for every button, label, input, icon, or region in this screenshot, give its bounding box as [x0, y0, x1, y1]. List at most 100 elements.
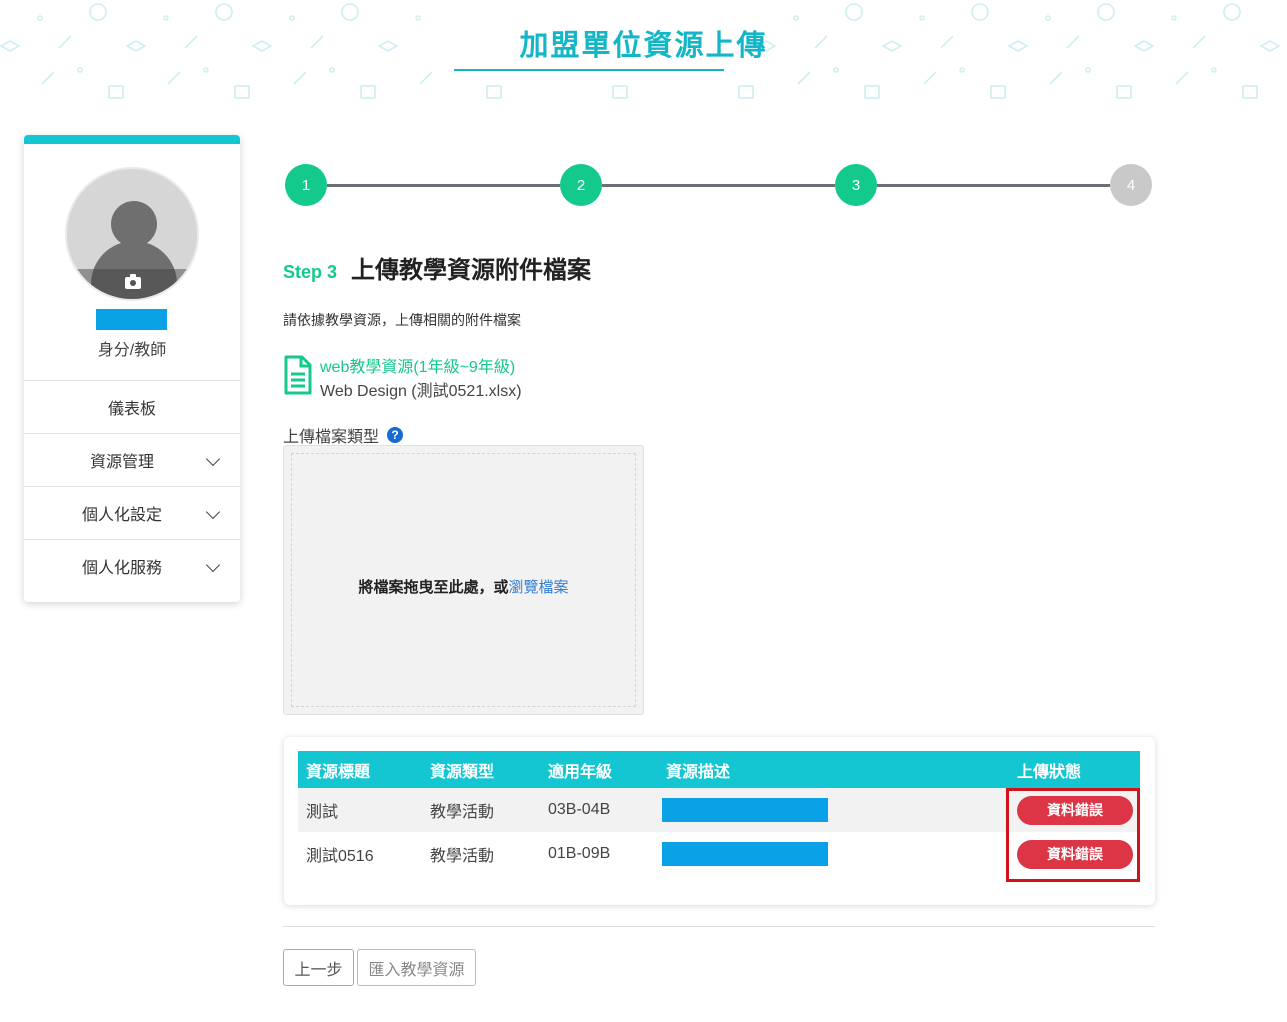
- step-connector: [327, 184, 560, 187]
- dot-doodle: [37, 15, 43, 21]
- cell-type: 教學活動: [422, 832, 540, 876]
- user-name-redacted: [96, 309, 167, 330]
- pencil-doodle: [167, 71, 181, 85]
- step-indicator-4: 4: [1110, 164, 1152, 206]
- cell-description: [658, 832, 1009, 876]
- title-underline: [454, 69, 724, 71]
- book-doodle: [612, 85, 628, 99]
- dot-doodle: [77, 67, 83, 73]
- pencil-doodle: [1049, 71, 1063, 85]
- cell-description: [658, 788, 1009, 832]
- dot-doodle: [919, 15, 925, 21]
- browse-files-link[interactable]: 瀏覽檔案: [509, 579, 569, 596]
- step-indicator-1: 1: [285, 164, 327, 206]
- description-redacted: [662, 798, 828, 822]
- import-resources-button[interactable]: 匯入教學資源: [357, 949, 476, 986]
- divider: [283, 926, 1155, 927]
- file-dropzone[interactable]: 將檔案拖曳至此處，或瀏覽檔案: [283, 445, 644, 715]
- sidebar-menu: 儀表板 資源管理 個人化設定 個人化服務: [24, 380, 240, 592]
- book-doodle: [360, 85, 376, 99]
- book-doodle: [1116, 85, 1132, 99]
- bulb-doodle: [1097, 3, 1115, 21]
- sidebar-item-dashboard[interactable]: 儀表板: [24, 380, 240, 433]
- bulb-doodle: [1223, 3, 1241, 21]
- dot-doodle: [793, 15, 799, 21]
- sidebar-item-personal-services[interactable]: 個人化服務: [24, 539, 240, 592]
- sidebar: 身分/教師 儀表板 資源管理 個人化設定 個人化服務: [24, 135, 240, 602]
- book-doodle: [108, 85, 124, 99]
- dot-doodle: [289, 15, 295, 21]
- pencil-doodle: [41, 71, 55, 85]
- sidebar-item-label: 個人化服務: [81, 560, 162, 577]
- book-doodle: [990, 85, 1006, 99]
- camera-icon[interactable]: [125, 274, 141, 289]
- sidebar-item-label: 個人化設定: [81, 507, 162, 524]
- pencil-doodle: [797, 71, 811, 85]
- bulb-doodle: [215, 3, 233, 21]
- cell-grade: 01B-09B: [540, 832, 658, 876]
- page-title: 加盟單位資源上傳: [519, 30, 768, 62]
- resource-file-name[interactable]: web教學資源(1年級~9年級): [320, 353, 515, 377]
- resource-file-subtitle: Web Design (測試0521.xlsx): [320, 383, 522, 400]
- dot-doodle: [1085, 67, 1091, 73]
- pencil-doodle: [923, 71, 937, 85]
- step-connector: [602, 184, 835, 187]
- dot-doodle: [1171, 15, 1177, 21]
- sidebar-item-personal-settings[interactable]: 個人化設定: [24, 486, 240, 539]
- upload-type-label: 上傳檔案類型 ?: [283, 423, 404, 447]
- column-header-status: 上傳狀態: [1009, 751, 1140, 788]
- column-header-grade: 適用年級: [540, 751, 658, 788]
- book-doodle: [864, 85, 880, 99]
- dot-doodle: [203, 67, 209, 73]
- book-doodle: [234, 85, 250, 99]
- header-banner: 加盟單位資源上傳: [0, 0, 1287, 108]
- pencil-doodle: [419, 71, 433, 85]
- upload-type-text: 上傳檔案類型: [283, 429, 380, 446]
- sidebar-item-resource-management[interactable]: 資源管理: [24, 433, 240, 486]
- bulb-doodle: [971, 3, 989, 21]
- help-icon[interactable]: ?: [387, 427, 404, 443]
- bulb-doodle: [89, 3, 107, 21]
- bulb-doodle: [845, 3, 863, 21]
- progress-stepper: 1 2 3 4: [285, 164, 1155, 206]
- cell-type: 教學活動: [422, 788, 540, 832]
- dot-doodle: [329, 67, 335, 73]
- book-doodle: [738, 85, 754, 99]
- user-role: 身分/教師: [97, 342, 167, 359]
- dot-doodle: [163, 15, 169, 21]
- pencil-doodle: [1175, 71, 1189, 85]
- cell-title: 測試: [298, 788, 422, 832]
- document-icon: [284, 355, 312, 395]
- sidebar-accent-bar: [24, 135, 240, 144]
- column-header-type: 資源類型: [422, 751, 540, 788]
- previous-step-button[interactable]: 上一步: [283, 949, 354, 986]
- table-header-row: 資源標題 資源類型 適用年級 資源描述 上傳狀態: [298, 751, 1140, 788]
- step-prefix: Step 3: [283, 262, 338, 282]
- bulb-doodle: [341, 3, 359, 21]
- cell-grade: 03B-04B: [540, 788, 658, 832]
- book-doodle: [1242, 85, 1258, 99]
- dot-doodle: [833, 67, 839, 73]
- dot-doodle: [959, 67, 965, 73]
- dropzone-text: 將檔案拖曳至此處，或: [358, 579, 509, 596]
- avatar[interactable]: [65, 167, 199, 301]
- step-description: 請依據教學資源，上傳相關的附件檔案: [283, 312, 521, 328]
- step-indicator-2: 2: [560, 164, 602, 206]
- dropzone-instruction: 將檔案拖曳至此處，或瀏覽檔案: [284, 576, 643, 597]
- dot-doodle: [1045, 15, 1051, 21]
- dot-doodle: [415, 15, 421, 21]
- step-indicator-3: 3: [835, 164, 877, 206]
- column-header-title: 資源標題: [298, 751, 422, 788]
- dot-doodle: [1211, 67, 1217, 73]
- column-header-description: 資源描述: [658, 751, 1009, 788]
- status-highlight-box: [1006, 788, 1140, 882]
- step-connector: [877, 184, 1110, 187]
- description-redacted: [662, 842, 828, 866]
- step-heading: Step 3 上傳教學資源附件檔案: [283, 250, 591, 285]
- sidebar-item-label: 儀表板: [107, 401, 156, 418]
- step-title: 上傳教學資源附件檔案: [351, 257, 592, 284]
- pencil-doodle: [293, 71, 307, 85]
- cell-title: 測試0516: [298, 832, 422, 876]
- book-doodle: [486, 85, 502, 99]
- sidebar-item-label: 資源管理: [89, 454, 154, 471]
